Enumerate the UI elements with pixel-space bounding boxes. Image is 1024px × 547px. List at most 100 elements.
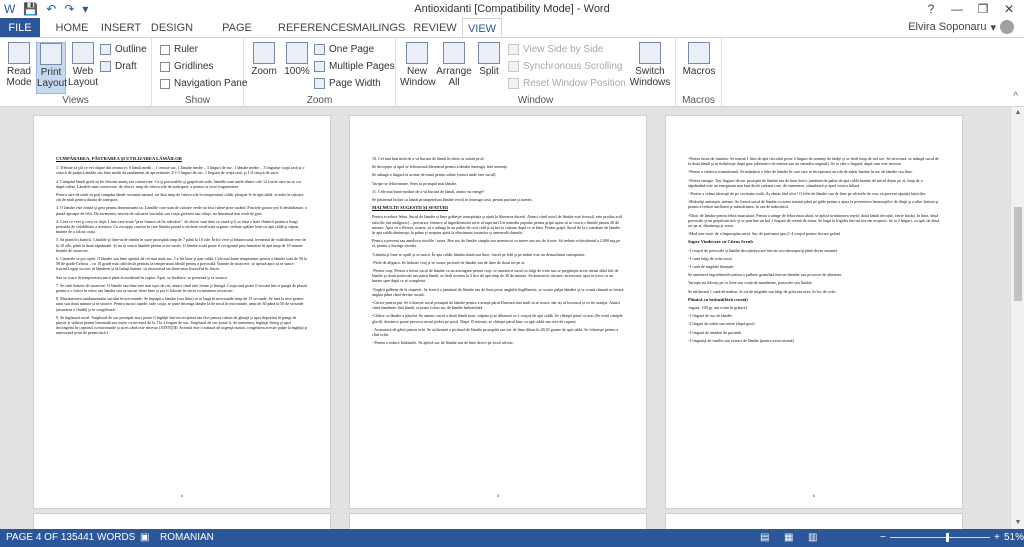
paragraph: Se adaugă o lingură la arome de masă pen… — [372, 172, 497, 178]
views-group: Read Mode Print Layout Web Layout Outlin… — [0, 38, 152, 108]
page-5: 10. Cel mai bun mod de a vă bucura de lă… — [349, 115, 647, 509]
arrange-all-button[interactable]: Arrange All — [436, 42, 472, 88]
web-layout-label: Web Layout — [68, 66, 99, 88]
paragraph: 9. Se înghează sucul. Surplusul de suc p… — [56, 314, 308, 336]
user-account[interactable]: Elvira Soponaru ▾ — [908, 20, 1014, 34]
section-heading: MAI MULTE SUGESTII ŞI SFATURI — [372, 205, 448, 211]
paragraph: -Unghii galbene de la ciuperei. Se freac… — [372, 286, 624, 297]
web-layout-status-icon[interactable]: ▥ — [808, 532, 817, 543]
proofing-icon[interactable]: ▣ — [140, 532, 149, 543]
chevron-down-icon: ▾ — [990, 21, 996, 34]
zoom-100-label: 100% — [284, 66, 310, 77]
tab-review[interactable]: REVIEW — [412, 18, 458, 38]
zoom-100-button[interactable]: 100% — [282, 42, 312, 77]
paragraph: 2. Cumpără lămâi grele să fie felioate a… — [56, 178, 302, 189]
language[interactable]: ROMANIAN — [160, 532, 214, 543]
vertical-scrollbar[interactable]: ▲ ▼ — [1010, 107, 1024, 529]
paragraph: 10. Cel mai bun mod de a vă bucura de lă… — [372, 156, 485, 161]
gridlines-checkbox[interactable]: Gridlines — [160, 61, 213, 72]
scroll-down-icon[interactable]: ▼ — [1011, 517, 1024, 529]
split-label: Split — [479, 66, 499, 77]
scroll-up-icon[interactable]: ▲ — [1011, 107, 1024, 119]
outline-button[interactable]: Outline — [100, 44, 147, 55]
tab-file[interactable]: FILE — [0, 18, 40, 38]
status-bar: PAGE 4 OF 13 5441 WORDS ▣ ROMANIAN ▤ ▦ ▥… — [0, 529, 1024, 547]
zoom-percentage[interactable]: 51% — [1004, 532, 1024, 543]
tab-insert[interactable]: INSERT — [98, 18, 144, 38]
paragraph: Varişte se felioreazate. Sens sa proaspă… — [372, 180, 458, 186]
tab-home[interactable]: HOME — [50, 18, 94, 38]
paragraph: -Pentru a vindeca reumatismul. Se mănânc… — [688, 169, 913, 175]
page-4-content: CUMPĂRAREA, PĂSTRAREA ŞI UTILIZAREA LĂMÂ… — [56, 156, 308, 339]
multiple-pages-icon — [314, 61, 325, 72]
paragraph: 7. Se rade înainte de stoarcere. O lămâi… — [56, 282, 308, 294]
paragraph: -Mod non-toxic de a împrospăta aerul. Su… — [688, 231, 841, 237]
one-page-icon — [314, 44, 325, 55]
paragraph: Se amestecă ingredientele pentru a pulbe… — [688, 272, 843, 278]
paragraph: -Pentru corp. Pentru a folosi sucul de l… — [372, 268, 619, 284]
ruler-checkbox[interactable]: Ruler — [160, 44, 198, 55]
arrange-all-icon — [443, 42, 465, 64]
web-layout-icon — [72, 42, 94, 64]
read-mode-icon — [8, 42, 30, 64]
zoom-slider[interactable] — [890, 537, 990, 538]
scrollbar-thumb[interactable] — [1014, 207, 1022, 301]
tab-view[interactable]: VIEW — [462, 18, 502, 38]
zoom-slider-handle[interactable] — [946, 533, 949, 542]
tab-references[interactable]: REFERENCES — [278, 18, 353, 38]
tab-mailings[interactable]: MAILINGS — [350, 18, 408, 38]
page-number: 6 — [812, 493, 816, 498]
multiple-pages-button[interactable]: Multiple Pages — [314, 61, 395, 72]
macros-icon — [688, 42, 710, 64]
split-button[interactable]: Split — [474, 42, 504, 77]
tab-design[interactable]: DESIGN — [148, 18, 196, 38]
macros-button[interactable]: Macros — [680, 42, 718, 77]
switch-windows-button[interactable]: Switch Windows — [628, 42, 672, 88]
paragraph: -Elixir de lămâie pentru febra musculară… — [688, 212, 940, 229]
synchronous-scrolling-button[interactable]: Synchronous Scrolling — [508, 61, 623, 72]
checkbox-icon — [160, 78, 170, 89]
view-side-by-side-button[interactable]: View Side by Side — [508, 44, 603, 55]
reset-window-icon — [508, 78, 519, 89]
print-layout-status-icon[interactable]: ▦ — [784, 532, 793, 543]
show-group-label: Show — [184, 95, 210, 106]
paragraph: 1. Trebuie să ştii ce vei obţine din zea… — [56, 165, 305, 176]
page-width-button[interactable]: Page Width — [314, 78, 381, 89]
macros-group-label: Macros — [682, 95, 715, 106]
reset-window-position-button[interactable]: Reset Window Position — [508, 78, 626, 89]
one-page-button[interactable]: One Page — [314, 44, 374, 55]
document-area[interactable]: CUMPĂRAREA, PĂSTRAREA ŞI UTILIZAREA LĂMÂ… — [0, 107, 1024, 533]
zoom-group-label: Zoom — [306, 95, 333, 106]
close-button[interactable]: ✕ — [996, 0, 1022, 18]
read-mode-status-icon[interactable]: ▤ — [760, 532, 769, 543]
minimize-button[interactable]: — — [944, 0, 970, 18]
draft-button[interactable]: Draft — [100, 61, 137, 72]
zoom-out-button[interactable]: − — [880, 532, 886, 543]
paragraph: 5. Să planifici bunicii. Lămâile şi lime… — [56, 237, 307, 253]
navigation-pane-checkbox[interactable]: Navigation Pane — [160, 78, 247, 89]
restore-button[interactable]: ❐ — [970, 0, 996, 18]
zoom-button[interactable]: Zoom — [248, 42, 280, 77]
collapse-ribbon-icon[interactable]: ^ — [1013, 91, 1018, 102]
new-window-button[interactable]: New Window — [400, 42, 436, 88]
paragraph: -Pentru energie. Toţi lingurii de suc pr… — [688, 177, 923, 188]
tab-page-layout[interactable]: PAGE LAYOUT — [200, 18, 274, 54]
paragraph: 3. O lămâie este formă şi grea pentru di… — [56, 205, 308, 216]
arrange-all-label: Arrange All — [436, 66, 472, 88]
page-count[interactable]: PAGE 4 OF 13 — [6, 532, 72, 543]
paragraph: -ingrez. 100 gr. unt ecânt în grătare) — [688, 305, 747, 311]
checkbox-icon — [160, 44, 170, 55]
zoom-in-button[interactable]: + — [994, 532, 1000, 543]
word-count[interactable]: 5441 WORDS — [72, 532, 135, 543]
web-layout-button[interactable]: Web Layout — [68, 42, 98, 88]
split-icon — [478, 42, 500, 64]
paragraph: -2 linguri de zahăr sau miere (după gust… — [688, 321, 755, 327]
read-mode-button[interactable]: Read Mode — [4, 42, 34, 88]
sync-scroll-label: Synchronous Scrolling — [523, 61, 623, 72]
ruler-label: Ruler — [174, 44, 198, 55]
print-layout-button[interactable]: Print Layout — [36, 42, 67, 94]
zoom-label: Zoom — [251, 66, 277, 77]
avatar — [1000, 20, 1014, 34]
paragraph: Se decojeşte şi apoi se felioarează blen… — [372, 164, 508, 170]
help-icon[interactable]: ? — [918, 0, 944, 18]
